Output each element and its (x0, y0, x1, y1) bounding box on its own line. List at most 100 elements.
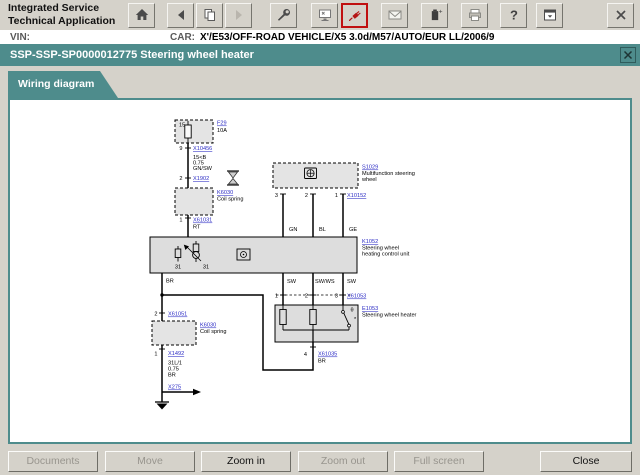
home-icon (134, 7, 150, 23)
svg-text:+: + (438, 9, 442, 16)
connector-link[interactable]: X61035 (318, 352, 337, 358)
app-title: Integrated Service Technical Application (0, 2, 120, 28)
connector-link[interactable]: X10456 (193, 146, 212, 152)
pin-number: 2 (154, 312, 157, 318)
zoom-in-button[interactable]: Zoom in (201, 451, 291, 472)
coil-spring-name: Coil spring (200, 329, 226, 335)
wire-color-label: GN (289, 227, 297, 233)
car-value: X'/E53/OFF-ROAD VEHICLE/X5 3.0d/M57/AUTO… (200, 32, 495, 43)
toolbar-close-button[interactable] (607, 3, 634, 28)
back-arrow-icon (173, 7, 189, 23)
wire-color-label: SW (347, 279, 357, 285)
forward-arrow-icon (231, 7, 247, 23)
wire-color-label: SW (287, 279, 297, 285)
wiring-diagram-canvas: 15 F29 10A 9 X10456 15<B 0.75 GN/SW 2 X1… (10, 100, 630, 442)
pin-number: 9 (179, 146, 182, 152)
tab-wiring-diagram[interactable]: Wiring diagram (8, 71, 118, 98)
vehicle-info-bar: VIN: CAR: X'/E53/OFF-ROAD VEHICLE/X5 3.0… (0, 30, 640, 44)
document-title-bar: SSP-SSP-SP0000012775 Steering wheel heat… (0, 44, 640, 66)
tab-label: Wiring diagram (18, 78, 94, 90)
mfl-code-link[interactable]: S1029 (362, 165, 378, 171)
close-icon (622, 49, 634, 61)
connector-link[interactable]: X61053 (347, 294, 366, 300)
toolbar-window-button[interactable] (536, 3, 563, 28)
heater-name: Steering wheel heater (362, 313, 417, 319)
wire-color-label: BL (319, 227, 326, 233)
wire-color-label: GN/SW (193, 166, 213, 172)
toolbar-connection-button[interactable] (341, 3, 368, 28)
question-mark-icon: ? (506, 7, 522, 23)
wiring-diagram-panel: 15 F29 10A 9 X10456 15<B 0.75 GN/SW 2 X1… (8, 98, 632, 444)
pin-number: 1 (275, 294, 278, 300)
fuse-code-link[interactable]: F29 (217, 121, 227, 127)
documents-button[interactable]: Documents (8, 451, 98, 472)
coil-spring-top-box (175, 188, 213, 215)
pin-number: 3 (335, 294, 338, 300)
multifunction-steering-wheel-box (273, 163, 358, 188)
ground-arrow-icon (193, 389, 201, 395)
coil-spring-name: Coil spring (217, 197, 243, 203)
pin-number: 1 (154, 352, 157, 358)
envelope-icon (387, 7, 403, 23)
toolbar-documents-button[interactable] (196, 3, 223, 28)
connector-link[interactable]: X1492 (168, 351, 184, 357)
toolbar-mail-button[interactable] (381, 3, 408, 28)
ecu-name-line2: heating control unit (362, 252, 410, 258)
toolbar-print-button[interactable] (461, 3, 488, 28)
toolbar-home-button[interactable] (128, 3, 155, 28)
car-label: CAR: (170, 32, 195, 43)
ground-terminal-label: 31 (175, 265, 181, 271)
mfl-name-line2: wheel (361, 177, 377, 183)
window-minimize-icon (542, 7, 558, 23)
app-title-line1: Integrated Service (8, 2, 120, 15)
pages-icon (202, 7, 218, 23)
ecu-code-link[interactable]: K1052 (362, 239, 378, 245)
toolbar-tools-button[interactable] (270, 3, 297, 28)
pin-number: 2 (305, 193, 308, 199)
hourglass-icon (227, 171, 239, 185)
pin-number: 2 (305, 294, 308, 300)
connector-link[interactable]: X1902 (193, 176, 209, 182)
app-title-line2: Technical Application (8, 15, 120, 28)
footer-button-bar: Documents Move Zoom in Zoom out Full scr… (0, 444, 640, 475)
wire-color-label: SW/WS (315, 279, 335, 285)
app-header: Integrated Service Technical Application… (0, 0, 640, 30)
ground-terminal-label: 31 (203, 265, 209, 271)
coil-spring-code-link[interactable]: K6030 (200, 323, 216, 329)
ground-symbol-icon (157, 404, 168, 410)
toolbar-display-button[interactable] (311, 3, 338, 28)
wire-color-label: GE (349, 227, 357, 233)
svg-text:?: ? (510, 8, 518, 23)
fuse-terminal-label: 15 (179, 123, 185, 129)
close-button[interactable]: Close (540, 451, 632, 472)
toolbar-back-button[interactable] (167, 3, 194, 28)
document-close-button[interactable] (620, 47, 636, 63)
toolbar-battery-button[interactable]: + (421, 3, 448, 28)
toolbar-help-button[interactable]: ? (500, 3, 527, 28)
fuse-rating-label: 10A (217, 128, 227, 134)
pin-number: 3 (275, 193, 278, 199)
full-screen-button[interactable]: Full screen (394, 451, 484, 472)
pin-number: 1 (335, 193, 338, 199)
coil-spring-code-link[interactable]: K6030 (217, 190, 233, 196)
vin-label: VIN: (10, 32, 30, 43)
wrench-icon (276, 7, 292, 23)
heater-code-link[interactable]: E1053 (362, 306, 378, 312)
close-icon (613, 7, 629, 23)
connector-link[interactable]: X61031 (193, 218, 212, 224)
wire-color-label: BR (318, 359, 326, 365)
connector-link[interactable]: X61051 (168, 312, 187, 318)
wire-color-label: BR (168, 373, 176, 379)
ground-point-link[interactable]: X275 (168, 385, 181, 391)
toolbar-forward-button[interactable] (225, 3, 252, 28)
document-title: SSP-SSP-SP0000012775 Steering wheel heat… (10, 49, 254, 61)
pin-number: 4 (304, 352, 307, 358)
move-button[interactable]: Move (105, 451, 195, 472)
thermal-switch-label: θ (351, 308, 354, 314)
wire-color-label: RT (193, 225, 201, 231)
wire-color-label: BR (166, 279, 174, 285)
connector-link[interactable]: X10152 (347, 193, 366, 199)
zoom-out-button[interactable]: Zoom out (298, 451, 388, 472)
pin-number: 1 (179, 218, 182, 224)
monitor-icon (317, 7, 333, 23)
